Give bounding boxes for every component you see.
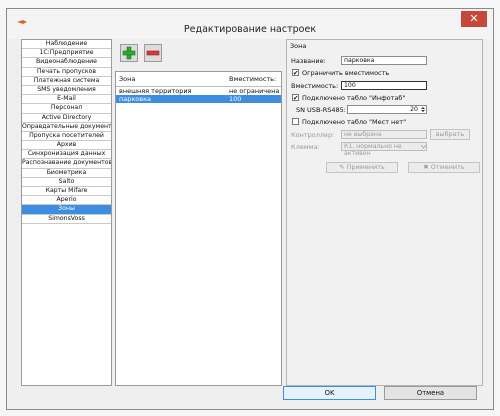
title-bar: Редактирование настроек ✕ bbox=[7, 9, 493, 39]
sidebar-item[interactable]: SimonsVoss bbox=[22, 215, 111, 224]
controller-label: Контроллер: bbox=[291, 131, 335, 139]
revert-button-label: Отменить bbox=[430, 163, 465, 171]
zone-group-title: Зона bbox=[290, 42, 307, 50]
sidebar-item[interactable]: Salto bbox=[22, 178, 111, 187]
sidebar-item[interactable]: Наблюдение bbox=[22, 40, 111, 50]
sn-label: SN USB-RS485: bbox=[296, 106, 346, 114]
sidebar-item[interactable]: Персонал bbox=[22, 104, 111, 114]
mestnet-checkbox[interactable] bbox=[292, 118, 299, 125]
zone-name-cell: парковка bbox=[119, 95, 152, 103]
sidebar-item[interactable]: Печать пропусков bbox=[22, 68, 111, 77]
sidebar-item[interactable]: Видеонаблюдение bbox=[22, 58, 111, 68]
sidebar-item[interactable]: Платежная система bbox=[22, 77, 111, 86]
cancel-button[interactable]: Отмена bbox=[384, 386, 477, 400]
delete-zone-button[interactable] bbox=[144, 44, 162, 62]
limit-capacity-label: Ограничить вместимость bbox=[302, 69, 390, 77]
limit-capacity-checkbox[interactable]: ✔ bbox=[292, 69, 299, 76]
sn-spinbox[interactable]: 20 bbox=[347, 105, 427, 114]
apply-icon: ✎ bbox=[339, 163, 347, 171]
mestnet-label: Подключено табло "Мест нет" bbox=[302, 118, 407, 126]
cancel-icon: ✖ bbox=[423, 163, 431, 171]
plus-icon bbox=[122, 46, 136, 60]
column-header-zone[interactable]: Зона bbox=[119, 75, 135, 83]
settings-window: Редактирование настроек ✕ Наблюдение 1С:П… bbox=[6, 8, 494, 410]
sidebar-item[interactable]: Active Directory bbox=[22, 114, 111, 123]
close-button[interactable]: ✕ bbox=[461, 11, 487, 27]
sidebar-item[interactable]: Пропуска посетителей bbox=[22, 132, 111, 142]
sidebar-item[interactable]: Оправдательные документы bbox=[22, 123, 111, 132]
add-zone-button[interactable] bbox=[120, 44, 138, 62]
infotab-label: Подключено табло "Инфотаб" bbox=[302, 94, 406, 102]
sidebar-item[interactable]: SMS уведомления bbox=[22, 86, 111, 96]
controller-input: не выбрана bbox=[341, 130, 427, 139]
sidebar-item[interactable]: Aperio bbox=[22, 196, 111, 206]
terminal-select: К1, нормально не активен bbox=[341, 142, 427, 157]
ok-button[interactable]: OK bbox=[283, 386, 376, 400]
column-header-capacity[interactable]: Вместимость: bbox=[229, 75, 276, 83]
sidebar-item[interactable]: 1С:Предприятие bbox=[22, 49, 111, 59]
zone-capacity-cell: не ограничена bbox=[229, 87, 280, 95]
revert-button[interactable]: ✖ Отменить bbox=[408, 162, 480, 173]
sidebar-item[interactable]: Биометрика bbox=[22, 169, 111, 178]
zone-name-cell: внешняя территория bbox=[119, 87, 192, 95]
zone-capacity-cell: 100 bbox=[229, 95, 242, 103]
sidebar-item[interactable]: Распознавание документов bbox=[22, 159, 111, 169]
name-label: Название: bbox=[291, 57, 326, 65]
sidebar-item[interactable]: E-Mail bbox=[22, 95, 111, 105]
sidebar-item[interactable]: Архив bbox=[22, 141, 111, 151]
zone-details-panel: Зона Название: парковка ✔ Ограничить вме… bbox=[286, 39, 483, 386]
apply-button-label: Применить bbox=[346, 163, 385, 171]
zones-table-header: Зона Вместимость: bbox=[116, 72, 281, 87]
zone-name-input[interactable]: парковка bbox=[341, 56, 427, 65]
table-row[interactable]: внешняя территория не ограничена bbox=[116, 87, 281, 95]
terminal-label: Клемма: bbox=[291, 143, 320, 151]
spin-arrows-icon[interactable] bbox=[420, 106, 426, 113]
select-controller-button[interactable]: выбрать bbox=[430, 129, 470, 140]
sidebar-item[interactable]: Синхронизация данных bbox=[22, 150, 111, 160]
window-title: Редактирование настроек bbox=[183, 24, 317, 35]
settings-category-list: Наблюдение 1С:Предприятие Видеонаблюдение П… bbox=[21, 39, 112, 386]
capacity-input[interactable]: 100 bbox=[341, 81, 427, 90]
table-row[interactable]: парковка 100 bbox=[116, 95, 281, 103]
zones-table: Зона Вместимость: внешняя территория не … bbox=[115, 71, 282, 386]
sidebar-item[interactable]: Карты Mifare bbox=[22, 187, 111, 197]
apply-button[interactable]: ✎ Применить bbox=[326, 162, 398, 173]
capacity-label: Вместимость: bbox=[291, 82, 339, 90]
minus-icon bbox=[146, 50, 160, 56]
infotab-checkbox[interactable]: ✔ bbox=[292, 94, 299, 101]
chevron-down-icon bbox=[421, 144, 426, 149]
sidebar-item[interactable]: Зоны bbox=[22, 205, 111, 215]
